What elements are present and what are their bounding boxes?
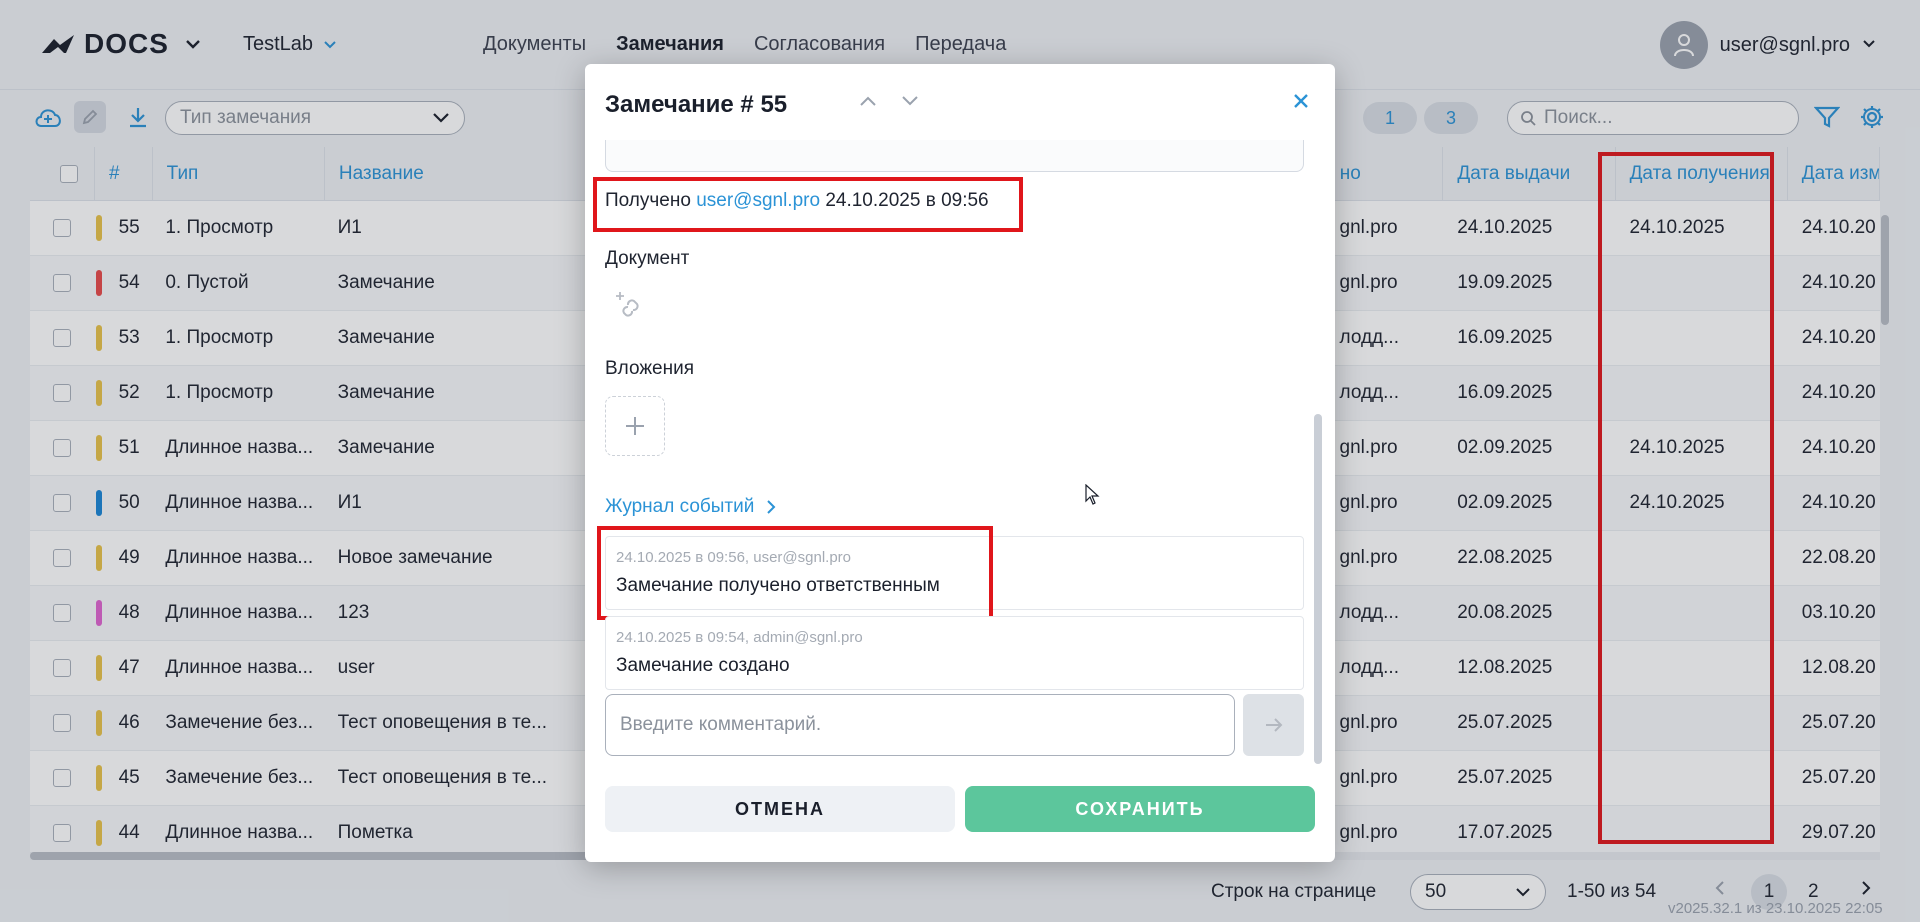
close-icon: [1294, 94, 1308, 108]
cancel-button[interactable]: ОТМЕНА: [605, 786, 955, 832]
save-button[interactable]: СОХРАНИТЬ: [965, 786, 1315, 832]
link-plus-icon: [616, 292, 639, 317]
next-remark-button[interactable]: [901, 91, 919, 113]
highlight-frame: [593, 177, 1023, 232]
description-field[interactable]: [605, 140, 1304, 172]
modal-scrollbar[interactable]: [1314, 414, 1322, 764]
attachments-label: Вложения: [605, 358, 694, 379]
document-label: Документ: [605, 248, 690, 269]
send-comment-button[interactable]: [1243, 694, 1304, 756]
event-log-link[interactable]: Журнал событий: [605, 496, 776, 518]
event-item: 24.10.2025 в 09:54, admin@sgnl.pro Замеч…: [605, 616, 1304, 690]
arrow-right-icon: [1265, 718, 1282, 732]
comment-input[interactable]: Введите комментарий.: [605, 694, 1235, 756]
plus-icon: [626, 417, 644, 435]
event-meta: 24.10.2025 в 09:54, admin@sgnl.pro: [616, 629, 863, 646]
link-document-button[interactable]: [615, 289, 645, 325]
chevron-right-icon: [767, 500, 776, 514]
close-button[interactable]: [1292, 92, 1310, 116]
modal-title: Замечание # 55: [605, 91, 788, 118]
highlight-frame: [597, 526, 993, 620]
add-attachment-button[interactable]: [605, 396, 665, 456]
event-text: Замечание создано: [616, 655, 790, 676]
chevron-up-icon: [860, 96, 876, 106]
remark-modal: Замечание # 55 Получено user@sgnl.pro 24…: [585, 64, 1335, 862]
chevron-down-icon: [902, 96, 918, 106]
event-log-label: Журнал событий: [605, 496, 755, 517]
prev-remark-button[interactable]: [859, 91, 877, 113]
mouse-cursor-icon: [1085, 484, 1100, 505]
comment-placeholder: Введите комментарий.: [620, 714, 822, 735]
